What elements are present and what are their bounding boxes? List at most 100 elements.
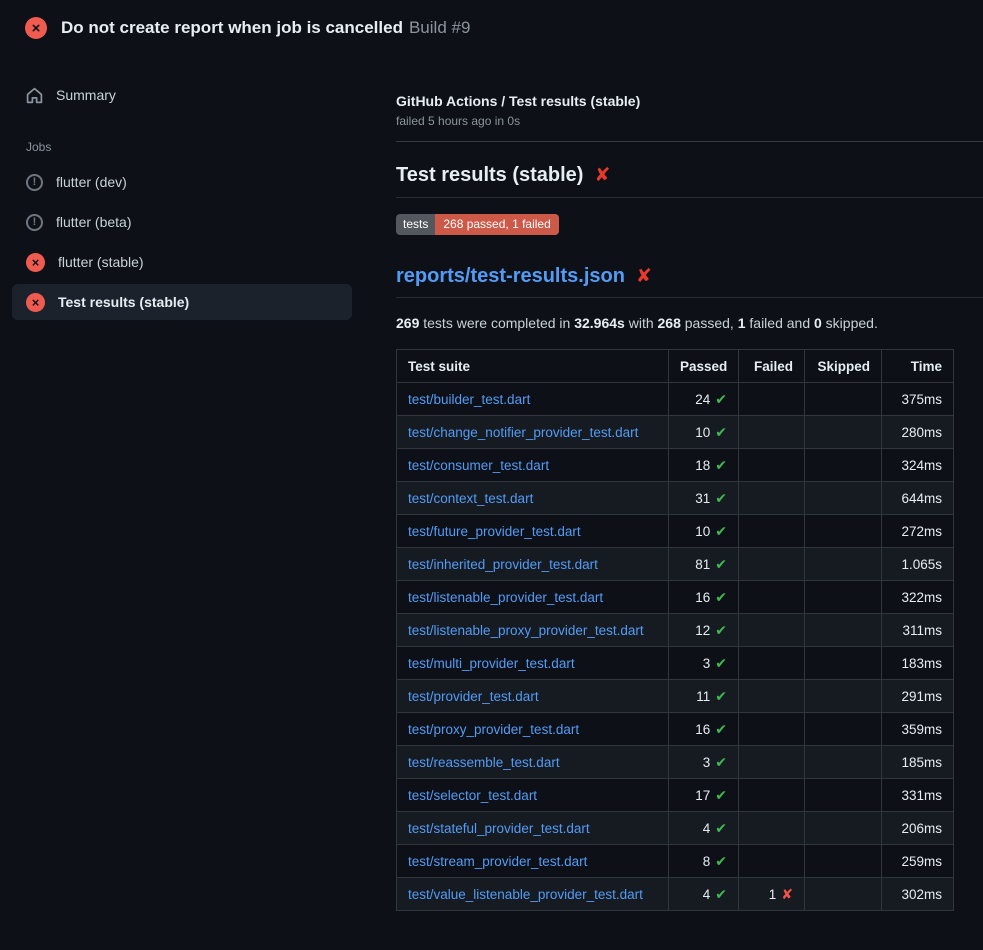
check-icon: ✔	[715, 622, 727, 638]
passed-cell-count: 8	[703, 854, 711, 869]
jobs-heading: Jobs	[26, 140, 352, 154]
test-suite-link[interactable]: test/builder_test.dart	[408, 392, 530, 407]
passed-cell: 8✔	[669, 845, 739, 878]
test-suite-link[interactable]: test/future_provider_test.dart	[408, 524, 581, 539]
test-suite-link[interactable]: test/stream_provider_test.dart	[408, 854, 587, 869]
failed-cell	[739, 515, 805, 548]
test-suite-link[interactable]: test/change_notifier_provider_test.dart	[408, 425, 638, 440]
report-heading: reports/test-results.json ✘	[396, 265, 983, 298]
run-title-text: Do not create report when job is cancell…	[61, 18, 403, 37]
sidebar-item-flutter-beta[interactable]: ! flutter (beta)	[12, 204, 352, 240]
passed-cell-count: 18	[695, 458, 710, 473]
passed-cell: 31✔	[669, 482, 739, 515]
test-suite-cell: test/provider_test.dart	[397, 680, 669, 713]
failed-status-icon: ×	[25, 17, 47, 39]
test-suite-link[interactable]: test/context_test.dart	[408, 491, 533, 506]
summary-segment: 268	[658, 315, 681, 331]
passed-cell: 24✔	[669, 383, 739, 416]
summary-segment: with	[625, 315, 658, 331]
run-build-number: Build #9	[409, 18, 470, 37]
failed-icon: ×	[26, 293, 45, 312]
table-header-row: Test suite Passed Failed Skipped Time	[397, 350, 954, 383]
job-label: Test results (stable)	[58, 294, 189, 310]
test-suite-link[interactable]: test/listenable_proxy_provider_test.dart	[408, 623, 644, 638]
test-suite-link[interactable]: test/multi_provider_test.dart	[408, 656, 575, 671]
time-cell: 185ms	[882, 746, 954, 779]
test-suite-cell: test/listenable_provider_test.dart	[397, 581, 669, 614]
skipped-cell	[805, 416, 882, 449]
passed-cell: 3✔	[669, 746, 739, 779]
failed-cross-icon: ✘	[594, 166, 610, 185]
time-cell: 375ms	[882, 383, 954, 416]
test-suite-link[interactable]: test/stateful_provider_test.dart	[408, 821, 590, 836]
test-suite-cell: test/multi_provider_test.dart	[397, 647, 669, 680]
failed-icon: ×	[26, 253, 45, 272]
table-row: test/builder_test.dart 24✔ 375ms	[397, 383, 954, 416]
passed-cell: 4✔	[669, 878, 739, 911]
skipped-cell	[805, 746, 882, 779]
check-icon: ✔	[715, 787, 727, 803]
tests-badge: tests 268 passed, 1 failed	[396, 214, 559, 235]
skipped-cell	[805, 581, 882, 614]
passed-cell: 10✔	[669, 416, 739, 449]
test-suite-link[interactable]: test/value_listenable_provider_test.dart	[408, 887, 643, 902]
column-header-passed: Passed	[669, 350, 739, 383]
skipped-cell	[805, 383, 882, 416]
failed-cell	[739, 614, 805, 647]
test-suite-link[interactable]: test/provider_test.dart	[408, 689, 539, 704]
test-suite-cell: test/future_provider_test.dart	[397, 515, 669, 548]
test-suite-cell: test/context_test.dart	[397, 482, 669, 515]
time-cell: 206ms	[882, 812, 954, 845]
skipped-cell	[805, 779, 882, 812]
home-icon	[26, 87, 43, 104]
test-suite-cell: test/stream_provider_test.dart	[397, 845, 669, 878]
failed-cell: 1✘	[739, 878, 805, 911]
time-cell: 322ms	[882, 581, 954, 614]
test-suite-link[interactable]: test/proxy_provider_test.dart	[408, 722, 579, 737]
failed-cell	[739, 647, 805, 680]
sidebar-item-flutter-stable[interactable]: × flutter (stable)	[12, 244, 352, 280]
skipped-cell	[805, 680, 882, 713]
sidebar-item-test-results-stable[interactable]: × Test results (stable)	[12, 284, 352, 320]
skipped-cell	[805, 449, 882, 482]
sidebar: Summary Jobs ! flutter (dev) ! flutter (…	[0, 56, 396, 324]
failed-cell	[739, 845, 805, 878]
badge-value: 268 passed, 1 failed	[435, 214, 558, 235]
table-row: test/provider_test.dart11✔291ms	[397, 680, 954, 713]
test-suite-link[interactable]: test/selector_test.dart	[408, 788, 537, 803]
skipped-cell	[805, 515, 882, 548]
test-suite-link[interactable]: test/consumer_test.dart	[408, 458, 549, 473]
time-cell: 311ms	[882, 614, 954, 647]
table-row: test/change_notifier_provider_test.dart 1…	[397, 416, 954, 449]
passed-cell: 11✔	[669, 680, 739, 713]
failed-cell	[739, 383, 805, 416]
test-suite-cell: test/listenable_proxy_provider_test.dart	[397, 614, 669, 647]
table-row: test/multi_provider_test.dart3✔183ms	[397, 647, 954, 680]
passed-cell-count: 16	[695, 590, 710, 605]
table-row: test/stateful_provider_test.dart4✔206ms	[397, 812, 954, 845]
failed-cell	[739, 449, 805, 482]
passed-cell-count: 24	[695, 392, 710, 407]
passed-cell-count: 81	[695, 557, 710, 572]
check-icon: ✔	[715, 424, 727, 440]
table-row: test/stream_provider_test.dart8✔259ms	[397, 845, 954, 878]
job-label: flutter (dev)	[56, 174, 127, 190]
failed-cell	[739, 779, 805, 812]
test-suite-link[interactable]: test/reassemble_test.dart	[408, 755, 560, 770]
sidebar-item-summary[interactable]: Summary	[12, 80, 352, 110]
table-row: test/proxy_provider_test.dart16✔359ms	[397, 713, 954, 746]
sidebar-item-flutter-dev[interactable]: ! flutter (dev)	[12, 164, 352, 200]
time-cell: 324ms	[882, 449, 954, 482]
passed-cell: 12✔	[669, 614, 739, 647]
time-cell: 1.065s	[882, 548, 954, 581]
test-suite-link[interactable]: test/listenable_provider_test.dart	[408, 590, 603, 605]
test-suite-link[interactable]: test/inherited_provider_test.dart	[408, 557, 598, 572]
summary-segment: passed,	[681, 315, 738, 331]
test-suite-cell: test/stateful_provider_test.dart	[397, 812, 669, 845]
check-icon: ✔	[715, 655, 727, 671]
report-file-link[interactable]: reports/test-results.json	[396, 265, 625, 288]
passed-cell-count: 3	[703, 755, 711, 770]
job-label: flutter (beta)	[56, 214, 131, 230]
section-title: Test results (stable)	[396, 164, 583, 187]
run-status-line: failed 5 hours ago in 0s	[396, 114, 983, 128]
